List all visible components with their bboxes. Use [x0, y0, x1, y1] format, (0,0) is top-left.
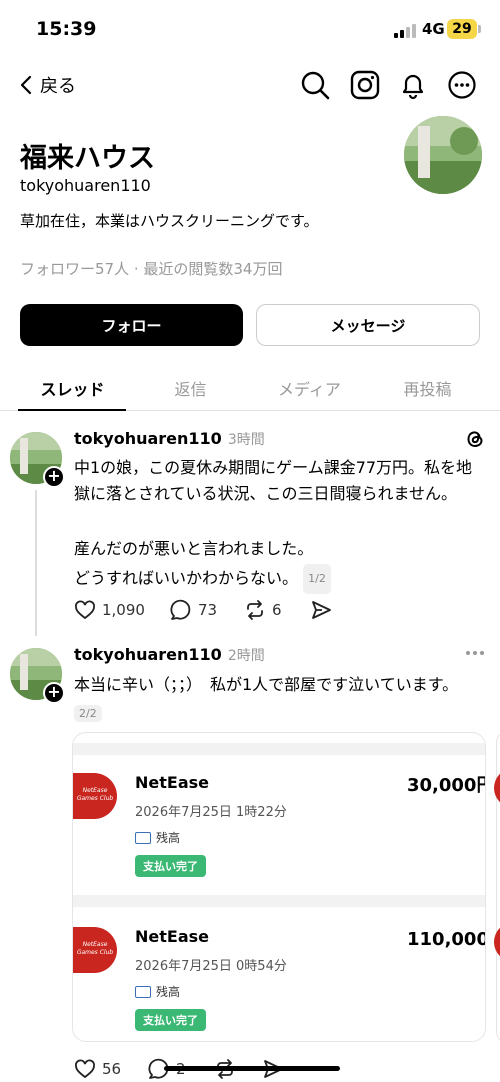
tab-replies[interactable]: 返信 [128, 376, 253, 400]
repost-button[interactable]: 6 [244, 598, 282, 622]
tab-active-indicator [18, 409, 126, 411]
profile-handle: tokyohuaren110 [20, 176, 151, 195]
profile-avatar[interactable] [404, 116, 482, 194]
transaction-date: 2026年7月25日 0時54分 [135, 959, 287, 974]
post-pager: 2/2 [74, 705, 102, 722]
post-username[interactable]: tokyohuaren110 [74, 429, 222, 448]
payment-method: 残高 [135, 829, 180, 846]
post-pager: 1/2 [303, 564, 331, 594]
signal-icon [394, 24, 418, 38]
payment-method-label: 残高 [156, 831, 181, 845]
more-icon[interactable] [447, 70, 477, 100]
post-time: 3時間 [227, 432, 265, 448]
repost-count: 6 [272, 601, 282, 619]
comment-icon [170, 599, 191, 620]
back-button[interactable]: 戻る [18, 70, 76, 100]
status-time: 15:39 [36, 18, 97, 40]
comment-count: 73 [198, 601, 218, 619]
battery-tip [478, 25, 481, 33]
heart-icon [75, 600, 95, 620]
post-body-line2: 産んだのが悪いと言われました。 [74, 539, 314, 558]
battery-icon: 29 [447, 19, 477, 39]
follow-button[interactable]: フォロー [20, 304, 243, 346]
tab-reposts[interactable]: 再投稿 [365, 376, 490, 400]
transaction-merchant: NetEase [135, 773, 209, 792]
card-band [73, 743, 485, 755]
post-body: 本当に辛い（；；） 私が1人で部屋です泣いています。 [74, 675, 459, 694]
transaction-merchant: NetEase [135, 927, 209, 946]
transaction-date: 2026年7月25日 1時22分 [135, 805, 287, 820]
thread-line [35, 490, 37, 636]
status-badge: 支払い完了 [135, 1009, 206, 1031]
bell-icon[interactable] [398, 70, 428, 100]
wallet-icon [135, 985, 151, 998]
status-badge: 支払い完了 [135, 855, 206, 877]
chevron-left-icon [20, 75, 32, 95]
instagram-icon[interactable] [350, 70, 380, 100]
search-icon[interactable] [300, 70, 330, 100]
tab-threads[interactable]: スレッド [10, 376, 135, 400]
wallet-icon [135, 831, 151, 844]
post-time: 2時間 [227, 648, 265, 664]
like-count: 56 [102, 1060, 122, 1078]
share-icon[interactable] [310, 599, 332, 621]
follow-plus-icon[interactable]: + [43, 682, 65, 704]
heart-icon [75, 1059, 95, 1079]
tab-media[interactable]: メディア [247, 376, 372, 400]
post-body-line3: どうすればいいかわからない。 [74, 568, 299, 588]
threads-logo-icon [467, 431, 483, 448]
profile-bio: 草加在住，本業はハウスクリーニングです。 [20, 212, 319, 230]
home-indicator[interactable] [164, 1066, 340, 1071]
payment-method-label: 残高 [156, 985, 181, 999]
transaction-amount: 110,000円 [407, 929, 485, 950]
netease-logo: NetEase Games Club [73, 927, 117, 973]
netease-logo: NetEase Games Club [73, 773, 117, 819]
profile-name: 福来ハウス [20, 143, 155, 174]
transaction-amount: 30,000円 [407, 775, 486, 796]
post-username[interactable]: tokyohuaren110 [74, 645, 222, 664]
card-band [73, 895, 485, 907]
profile-stats[interactable]: フォロワー57人 · 最近の閲覧数34万回 [20, 258, 282, 279]
message-button[interactable]: メッセージ [256, 304, 480, 346]
post-body: 中1の娘，この夏休み期間にゲーム課金77万円。私を地獄に落とされている状況、この… [74, 458, 473, 503]
more-options-icon[interactable] [464, 648, 486, 658]
post-image[interactable]: NetEase Games Club NetEase 30,000円 2026年… [72, 732, 486, 1042]
payment-method: 残高 [135, 983, 180, 1000]
comment-button[interactable]: 73 [170, 598, 217, 622]
repost-icon [247, 600, 263, 620]
like-button[interactable]: 56 [74, 1057, 121, 1081]
like-button[interactable]: 1,090 [74, 598, 145, 622]
network-label: 4G [422, 20, 445, 38]
like-count: 1,090 [102, 601, 145, 619]
back-label: 戻る [40, 76, 76, 97]
follow-plus-icon[interactable]: + [43, 466, 65, 488]
